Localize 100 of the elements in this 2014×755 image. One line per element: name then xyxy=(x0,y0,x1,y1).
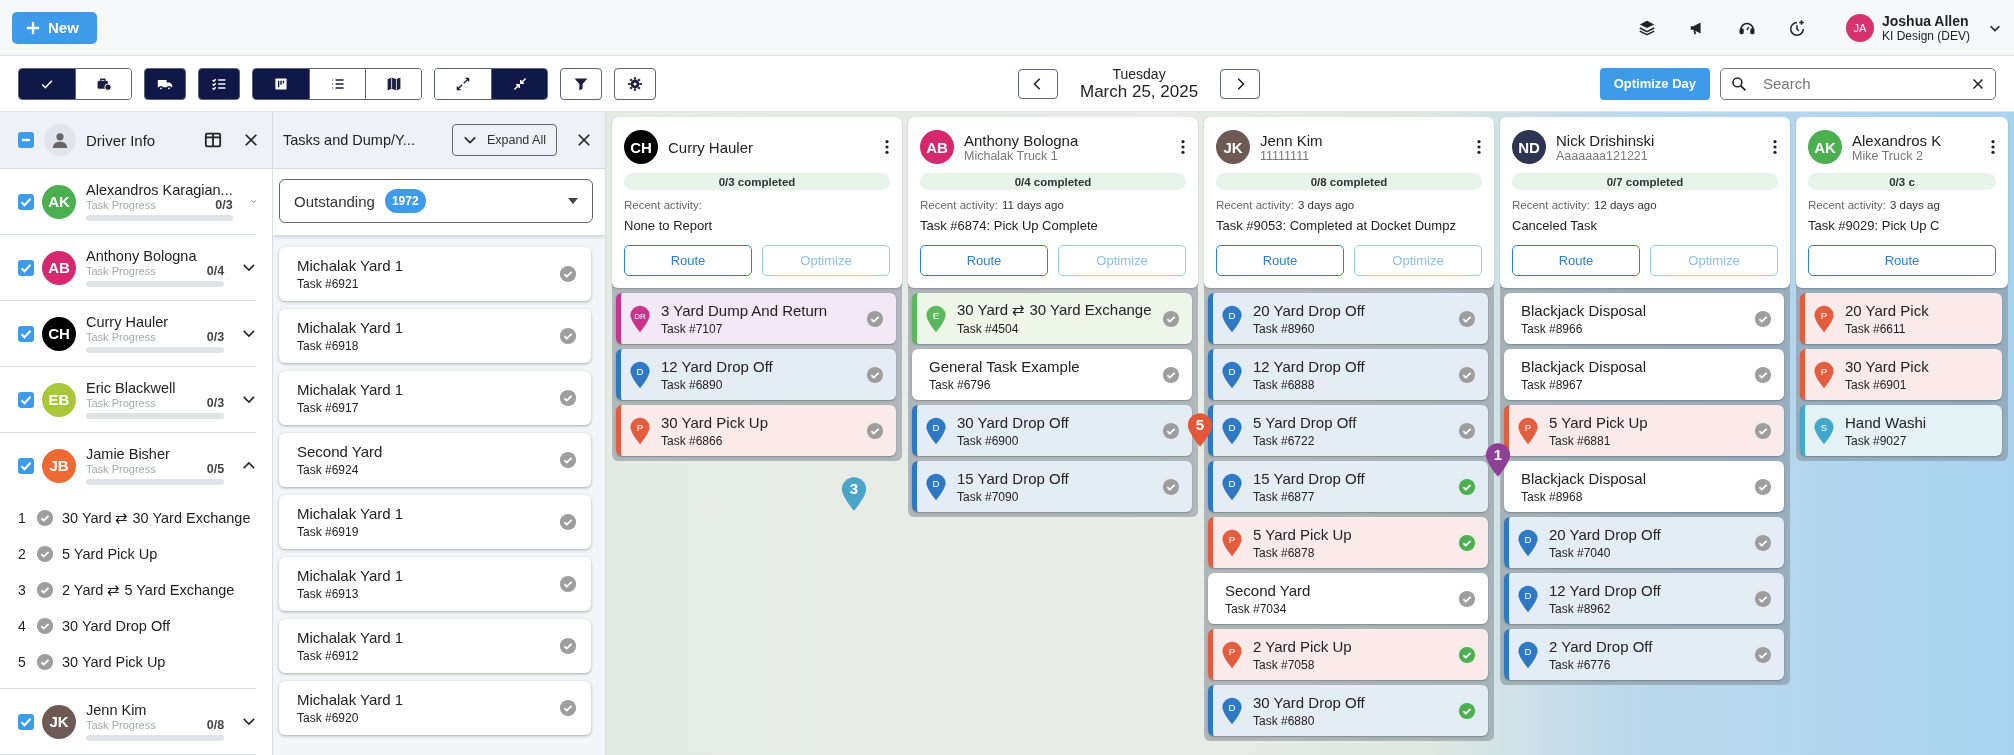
check-circle-icon[interactable] xyxy=(559,265,577,283)
task-card[interactable]: Second Yard Task #6924 xyxy=(279,433,591,487)
task-tile[interactable]: D 20 Yard Drop Off Task #8960 xyxy=(1208,293,1488,344)
driver-checkbox[interactable] xyxy=(18,713,34,730)
check-circle-icon[interactable] xyxy=(1458,645,1476,664)
check-circle-icon[interactable] xyxy=(559,637,577,655)
stop-name[interactable]: 30 Yard ⇄ 30 Yard Exchange xyxy=(62,510,251,526)
task-tile[interactable]: P 5 Yard Pick Up Task #6881 xyxy=(1504,405,1784,456)
check-circle-icon[interactable] xyxy=(866,309,884,328)
close-icon[interactable] xyxy=(577,133,591,147)
stop-name[interactable]: 5 Yard Pick Up xyxy=(62,546,158,562)
check-circle-icon[interactable] xyxy=(1162,309,1180,328)
task-tile[interactable]: P 30 Yard Pick Up Task #6866 xyxy=(616,405,896,456)
driver-checkbox[interactable] xyxy=(18,259,34,276)
toolbar-button[interactable] xyxy=(560,67,602,100)
columns-icon[interactable] xyxy=(204,131,222,149)
task-card[interactable]: Michalak Yard 1 Task #6918 xyxy=(279,309,591,363)
route-button[interactable]: Route xyxy=(920,245,1048,276)
task-card[interactable]: Michalak Yard 1 Task #6919 xyxy=(279,495,591,549)
check-circle-icon[interactable] xyxy=(1458,365,1476,384)
task-tile[interactable]: P 5 Yard Pick Up Task #6878 xyxy=(1208,517,1488,568)
check-circle-icon[interactable] xyxy=(1458,309,1476,328)
stop-name[interactable]: 30 Yard Drop Off xyxy=(62,618,170,634)
toolbar-button[interactable] xyxy=(614,67,656,100)
task-tile[interactable]: E 30 Yard ⇄ 30 Yard Exchange Task #4504 xyxy=(912,293,1192,344)
check-circle-icon[interactable] xyxy=(1754,421,1772,440)
toolbar-button[interactable] xyxy=(75,68,131,99)
status-dropdown[interactable]: Outstanding 1972 xyxy=(279,179,593,223)
check-circle-icon[interactable] xyxy=(1754,477,1772,496)
check-circle-icon[interactable] xyxy=(559,451,577,469)
more-icon[interactable] xyxy=(1772,139,1778,155)
check-circle-icon[interactable] xyxy=(1162,365,1180,384)
toolbar-button[interactable] xyxy=(144,67,186,100)
task-tile[interactable]: D 12 Yard Drop Off Task #6890 xyxy=(616,349,896,400)
check-circle-icon[interactable] xyxy=(36,545,54,563)
task-tile[interactable]: D 30 Yard Drop Off Task #6880 xyxy=(1208,685,1488,736)
check-circle-icon[interactable] xyxy=(1754,589,1772,608)
toolbar-button[interactable] xyxy=(365,68,421,99)
check-circle-icon[interactable] xyxy=(1754,533,1772,552)
task-card[interactable]: Michalak Yard 1 Task #6920 xyxy=(279,681,591,735)
check-circle-icon[interactable] xyxy=(1458,589,1476,608)
task-tile[interactable]: DR 3 Yard Dump And Return Task #7107 xyxy=(616,293,896,344)
next-day-button[interactable] xyxy=(1220,68,1261,99)
toolbar-button[interactable] xyxy=(198,67,240,100)
check-circle-icon[interactable] xyxy=(1754,309,1772,328)
task-card[interactable]: Michalak Yard 1 Task #6913 xyxy=(279,557,591,611)
check-circle-icon[interactable] xyxy=(1458,701,1476,720)
clock-plus-icon[interactable] xyxy=(1787,18,1806,37)
check-circle-icon[interactable] xyxy=(36,581,54,599)
task-tile[interactable]: Blackjack Disposal Task #8968 xyxy=(1504,461,1784,512)
route-button[interactable]: Route xyxy=(624,245,752,276)
search-field[interactable]: Search xyxy=(1720,67,1996,100)
previous-day-button[interactable] xyxy=(1018,68,1058,99)
task-tile[interactable]: P 2 Yard Pick Up Task #7058 xyxy=(1208,629,1488,680)
driver-checkbox[interactable] xyxy=(18,457,34,474)
task-tile[interactable]: P 20 Yard Pick Task #6611 xyxy=(1800,293,2002,344)
check-circle-icon[interactable] xyxy=(1458,477,1476,496)
layers-icon[interactable] xyxy=(1637,18,1656,37)
task-tile[interactable]: D 2 Yard Drop Off Task #6776 xyxy=(1504,629,1784,680)
check-circle-icon[interactable] xyxy=(36,509,54,527)
stop-name[interactable]: 2 Yard ⇄ 5 Yard Exchange xyxy=(62,582,235,598)
user-avatar[interactable]: JA xyxy=(1845,13,1874,42)
task-tile[interactable]: D 15 Yard Drop Off Task #6877 xyxy=(1208,461,1488,512)
route-button[interactable]: Route xyxy=(1216,245,1344,276)
route-button[interactable]: Route xyxy=(1512,245,1640,276)
task-tile[interactable]: S Hand Washi Task #9027 xyxy=(1800,405,2002,456)
check-circle-icon[interactable] xyxy=(866,365,884,384)
close-icon[interactable] xyxy=(244,133,258,147)
more-icon[interactable] xyxy=(884,139,890,155)
route-button[interactable]: Route xyxy=(1808,245,1996,276)
check-circle-icon[interactable] xyxy=(1754,365,1772,384)
check-circle-icon[interactable] xyxy=(36,617,54,635)
task-tile[interactable]: D 12 Yard Drop Off Task #8962 xyxy=(1504,573,1784,624)
check-circle-icon[interactable] xyxy=(559,575,577,593)
task-card[interactable]: Michalak Yard 1 Task #6912 xyxy=(279,619,591,673)
check-circle-icon[interactable] xyxy=(1754,645,1772,664)
task-tile[interactable]: D 20 Yard Drop Off Task #7040 xyxy=(1504,517,1784,568)
driver-checkbox[interactable] xyxy=(18,325,34,342)
close-icon[interactable] xyxy=(1972,77,1984,90)
check-circle-icon[interactable] xyxy=(1458,421,1476,440)
driver-checkbox[interactable] xyxy=(18,193,34,210)
check-circle-icon[interactable] xyxy=(1162,421,1180,440)
expand-all-button[interactable]: Expand All xyxy=(451,124,557,156)
task-tile[interactable]: Blackjack Disposal Task #8966 xyxy=(1504,293,1784,344)
check-circle-icon[interactable] xyxy=(1458,533,1476,552)
more-icon[interactable] xyxy=(1180,139,1186,155)
check-circle-icon[interactable] xyxy=(866,421,884,440)
task-tile[interactable]: P 30 Yard Pick Task #6901 xyxy=(1800,349,2002,400)
toolbar-button[interactable] xyxy=(253,68,309,99)
task-tile[interactable]: D 5 Yard Drop Off Task #6722 xyxy=(1208,405,1488,456)
stop-name[interactable]: 30 Yard Pick Up xyxy=(62,654,166,670)
toolbar-button[interactable] xyxy=(491,68,547,99)
check-circle-icon[interactable] xyxy=(36,653,54,671)
task-tile[interactable]: D 15 Yard Drop Off Task #7090 xyxy=(912,461,1192,512)
check-circle-icon[interactable] xyxy=(559,513,577,531)
check-circle-icon[interactable] xyxy=(1162,477,1180,496)
task-tile[interactable]: Blackjack Disposal Task #8967 xyxy=(1504,349,1784,400)
task-tile[interactable]: Second Yard Task #7034 xyxy=(1208,573,1488,624)
check-circle-icon[interactable] xyxy=(559,327,577,345)
task-tile[interactable]: General Task Example Task #6796 xyxy=(912,349,1192,400)
